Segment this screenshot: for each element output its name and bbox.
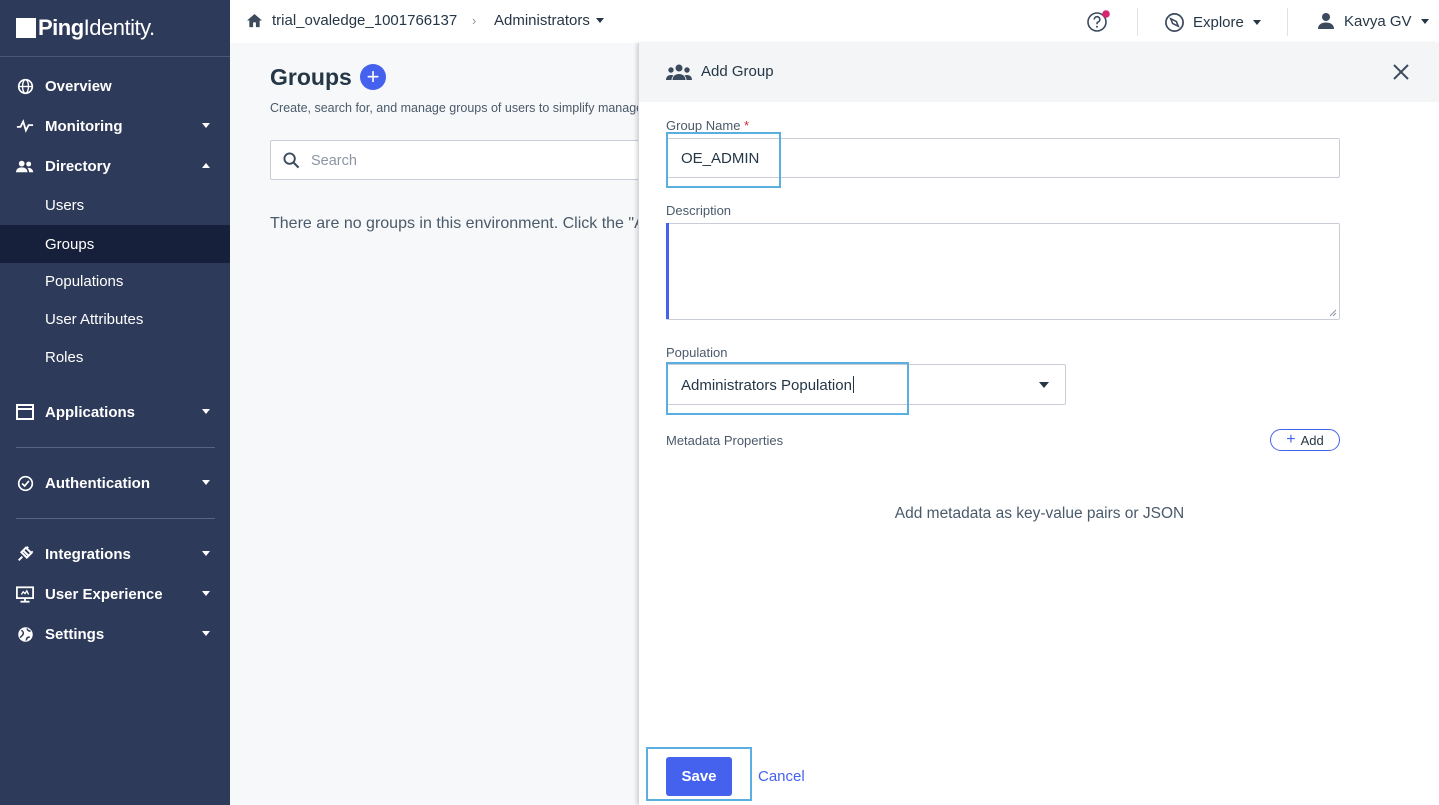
chevron-down-icon — [202, 591, 210, 596]
help-button[interactable] — [1086, 10, 1110, 39]
resize-handle-icon[interactable] — [1329, 309, 1337, 317]
population-label: Population — [666, 345, 728, 360]
breadcrumb-context-dropdown[interactable]: Administrators — [494, 12, 604, 29]
explore-menu[interactable]: Explore — [1164, 12, 1261, 33]
user-avatar-icon — [1318, 13, 1334, 29]
chevron-down-icon — [595, 18, 604, 23]
group-icon — [666, 64, 692, 80]
top-bar: trial_ovaledge_1001766137 › Administrato… — [230, 0, 1439, 43]
search-icon — [283, 152, 300, 169]
chevron-down-icon — [1420, 18, 1429, 24]
add-group-button[interactable]: + — [360, 64, 386, 90]
chevron-down-icon — [1039, 382, 1049, 388]
chevron-down-icon — [1252, 20, 1261, 25]
user-menu[interactable]: Kavya GV — [1317, 12, 1429, 30]
group-name-field[interactable]: OE_ADMIN — [666, 138, 1340, 178]
chevron-down-icon — [202, 409, 210, 414]
metadata-properties-label: Metadata Properties — [666, 433, 784, 448]
globe-icon — [16, 77, 34, 95]
close-icon[interactable] — [1390, 61, 1412, 83]
sidebar-item-roles[interactable]: Roles — [0, 338, 230, 376]
text-cursor — [852, 376, 854, 393]
group-name-label: Group Name * — [666, 118, 750, 133]
window-icon — [16, 403, 34, 421]
sidebar-item-monitoring[interactable]: Monitoring — [0, 106, 230, 146]
users-icon — [16, 157, 34, 175]
required-indicator: * — [744, 118, 750, 133]
globe-settings-icon — [16, 625, 34, 643]
sidebar-item-authentication[interactable]: Authentication — [0, 463, 230, 503]
sidebar-item-integrations[interactable]: Integrations — [0, 534, 230, 574]
topbar-divider — [1287, 8, 1288, 36]
description-label: Description — [666, 203, 732, 218]
focus-indicator — [666, 223, 669, 319]
plus-icon: + — [1286, 431, 1296, 448]
chevron-down-icon — [202, 123, 210, 128]
cancel-button[interactable]: Cancel — [758, 768, 805, 785]
topbar-divider — [1137, 8, 1138, 36]
empty-state-message: There are no groups in this environment.… — [270, 215, 640, 232]
panel-title: Add Group — [701, 63, 774, 80]
sidebar-item-overview[interactable]: Overview — [0, 66, 230, 106]
sidebar: PingIdentity. Overview Monitoring Direct… — [0, 0, 230, 805]
page-title: Groups — [270, 64, 352, 90]
breadcrumb-environment[interactable]: trial_ovaledge_1001766137 — [246, 12, 457, 29]
brand-logo[interactable]: PingIdentity. — [0, 0, 230, 57]
add-metadata-button[interactable]: + Add — [1270, 429, 1340, 451]
sidebar-item-populations[interactable]: Populations — [0, 262, 230, 300]
plus-icon: + — [366, 64, 380, 89]
chevron-down-icon — [202, 480, 210, 485]
plug-icon — [16, 545, 34, 563]
breadcrumb-separator-icon: › — [472, 13, 477, 28]
add-group-panel: Add Group Group Name * OE_ADMIN Descript… — [638, 43, 1439, 805]
sidebar-item-settings[interactable]: Settings — [0, 614, 230, 654]
population-select[interactable]: Administrators Population — [666, 364, 1066, 405]
panel-header: Add Group — [639, 43, 1439, 102]
sidebar-item-applications[interactable]: Applications — [0, 392, 230, 432]
sidebar-item-user-attributes[interactable]: User Attributes — [0, 300, 230, 338]
page-description: Create, search for, and manage groups of… — [270, 101, 640, 115]
pulse-icon — [16, 117, 34, 135]
sidebar-divider — [16, 518, 215, 519]
chevron-up-icon — [202, 163, 210, 168]
save-button[interactable]: Save — [666, 757, 732, 796]
monitor-icon — [16, 585, 34, 603]
sidebar-item-groups[interactable]: Groups — [0, 225, 230, 263]
sidebar-divider — [16, 447, 215, 448]
chevron-down-icon — [202, 631, 210, 636]
help-icon — [1087, 10, 1110, 32]
sidebar-item-directory[interactable]: Directory — [0, 146, 230, 186]
description-field[interactable] — [666, 223, 1340, 320]
check-circle-icon — [16, 474, 34, 492]
search-input[interactable]: Search — [270, 140, 650, 180]
sidebar-item-users[interactable]: Users — [0, 186, 230, 224]
sidebar-item-user-experience[interactable]: User Experience — [0, 574, 230, 614]
home-icon — [247, 13, 262, 28]
chevron-down-icon — [202, 551, 210, 556]
metadata-empty-message: Add metadata as key-value pairs or JSON — [894, 505, 1185, 522]
logo-square-icon — [16, 18, 36, 38]
compass-icon — [1165, 13, 1184, 32]
